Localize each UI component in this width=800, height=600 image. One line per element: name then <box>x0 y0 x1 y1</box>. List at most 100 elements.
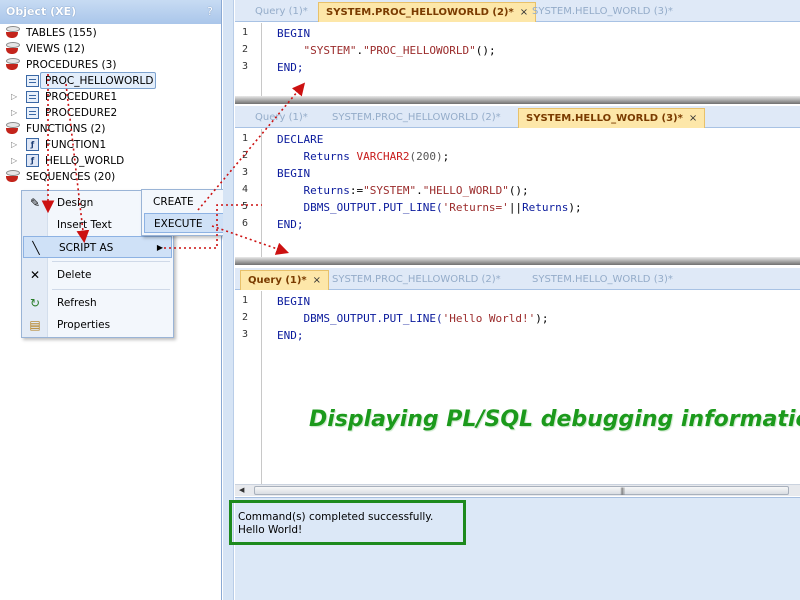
editor-splitter[interactable] <box>235 96 800 104</box>
tab-label: Query (1)* <box>255 6 308 17</box>
tab-hello-world[interactable]: SYSTEM.HELLO_WORLD (3)* × <box>518 108 706 128</box>
scroll-left-arrow-icon[interactable]: ◀ <box>239 486 244 494</box>
expand-arrow-icon[interactable]: ▷ <box>11 92 17 101</box>
identifier: Returns <box>522 201 569 214</box>
tree-node-procedure2[interactable]: PROCEDURE2 <box>45 105 117 121</box>
views-folder-icon <box>5 42 20 55</box>
code-line: BEGIN <box>277 165 310 182</box>
keyword: END; <box>277 218 304 231</box>
tab-hello-world[interactable]: SYSTEM.HELLO_WORLD (3)* <box>525 270 680 290</box>
tab-label: Query (1)* <box>255 112 308 123</box>
help-icon[interactable]: ? <box>207 5 213 18</box>
tab-label: Query (1)* <box>248 275 307 286</box>
operator: || <box>508 201 523 214</box>
keyword: END; <box>277 61 304 74</box>
tree-node-function1[interactable]: FUNCTION1 <box>45 137 106 153</box>
line-number: 2 <box>241 312 249 323</box>
tree-node-functions[interactable]: FUNCTIONS (2) <box>26 121 105 137</box>
editor3-tabbar: Query (1)* × SYSTEM.PROC_HELLOWORLD (2)* … <box>235 268 800 290</box>
expand-arrow-icon[interactable]: ▷ <box>11 156 17 165</box>
line-number-gutter: 1 2 3 <box>235 291 262 484</box>
punct: (); <box>475 44 496 57</box>
explorer-title: Object (XE) <box>6 5 77 18</box>
tab-query-1[interactable]: Query (1)* × <box>240 270 330 290</box>
editor3-code-pane[interactable]: 1 2 3 BEGIN DBMS_OUTPUT.PUT_LINE('Hello … <box>235 291 800 484</box>
punct: (); <box>508 184 529 197</box>
string: 'Returns=' <box>442 201 509 214</box>
tab-label: SYSTEM.HELLO_WORLD (3)* <box>532 274 673 285</box>
procedures-folder-icon <box>5 58 20 71</box>
tree-node-sequences[interactable]: SEQUENCES (20) <box>26 169 115 185</box>
menu-item-label: Refresh <box>57 297 97 309</box>
annotation-caption: Displaying PL/SQL debugging information <box>309 407 800 432</box>
submenu-arrow-icon: ▶ <box>156 243 163 252</box>
tab-proc-helloworld[interactable]: SYSTEM.PROC_HELLOWORLD (2)* × <box>318 2 537 22</box>
line-number: 6 <box>241 218 249 229</box>
tree-node-procedures[interactable]: PROCEDURES (3) <box>26 57 116 73</box>
refresh-icon: ↻ <box>29 296 41 310</box>
tab-proc-helloworld[interactable]: SYSTEM.PROC_HELLOWORLD (2)* <box>325 108 508 128</box>
tab-label: SYSTEM.HELLO_WORLD (3)* <box>532 6 673 17</box>
editor-splitter[interactable] <box>235 257 800 265</box>
line-number-gutter: 1 2 3 <box>235 23 262 96</box>
number: (200) <box>409 150 443 163</box>
expand-arrow-icon[interactable]: ▷ <box>11 108 17 117</box>
output-line: Command(s) completed successfully. <box>238 511 434 523</box>
code-line: END; <box>277 59 304 76</box>
expand-arrow-icon[interactable]: ▷ <box>11 140 17 149</box>
editor1-code-pane[interactable]: 1 2 3 BEGIN "SYSTEM"."PROC_HELLOWORLD"()… <box>235 23 800 96</box>
line-number: 3 <box>241 61 249 72</box>
script-wand-icon: ╲ <box>32 241 40 255</box>
operator: := <box>349 184 364 197</box>
string: 'Hello World!' <box>442 312 536 325</box>
line-number: 5 <box>241 201 249 212</box>
editor2-tabbar: Query (1)* SYSTEM.PROC_HELLOWORLD (2)* S… <box>235 106 800 128</box>
punct: ); <box>568 201 582 214</box>
line-number: 4 <box>241 184 249 195</box>
keyword: END; <box>277 329 304 342</box>
menu-item-delete[interactable]: ✕ Delete <box>22 264 173 286</box>
procedure-icon <box>26 91 39 103</box>
line-number: 2 <box>241 44 249 55</box>
tab-query-1[interactable]: Query (1)* <box>248 108 315 128</box>
line-number: 3 <box>241 329 249 340</box>
code-line: BEGIN <box>277 293 310 310</box>
procedure-icon <box>26 107 39 119</box>
tree-node-tables[interactable]: TABLES (155) <box>26 25 97 41</box>
code-line: DBMS_OUTPUT.PUT_LINE('Hello World!'); <box>277 310 549 327</box>
output-highlight-box: Command(s) completed successfully. Hello… <box>229 500 466 545</box>
close-tab-icon[interactable]: × <box>313 275 321 286</box>
tree-node-procedure1[interactable]: PROCEDURE1 <box>45 89 117 105</box>
close-tab-icon[interactable]: × <box>689 113 697 124</box>
editor2-code-pane[interactable]: 1 2 3 4 5 6 DECLARE Returns VARCHAR2(200… <box>235 129 800 257</box>
menu-item-label: SCRIPT AS <box>59 242 114 254</box>
code-line: Returns VARCHAR2(200); <box>277 148 450 165</box>
menu-item-refresh[interactable]: ↻ Refresh <box>22 292 173 314</box>
tab-query-1[interactable]: Query (1)* <box>248 2 315 22</box>
menu-separator <box>52 261 170 262</box>
output-line: Hello World! <box>238 524 303 536</box>
identifier: Returns <box>303 184 350 197</box>
scrollbar-thumb[interactable]: ||| <box>254 486 789 495</box>
menu-item-script-as[interactable]: ╲ SCRIPT AS ▶ <box>23 236 172 258</box>
tree-node-proc-helloworld[interactable]: PROC_HELLOWORLD <box>45 73 153 89</box>
tree-node-views[interactable]: VIEWS (12) <box>26 41 85 57</box>
type: VARCHAR2 <box>356 150 410 163</box>
code-line: "SYSTEM"."PROC_HELLOWORLD"(); <box>277 42 496 59</box>
tab-proc-helloworld[interactable]: SYSTEM.PROC_HELLOWORLD (2)* <box>325 270 508 290</box>
horizontal-scrollbar[interactable]: ◀ ||| <box>235 484 800 496</box>
properties-icon: ▤ <box>29 318 41 332</box>
code-line: END; <box>277 327 304 344</box>
menu-item-properties[interactable]: ▤ Properties <box>22 314 173 336</box>
tree-node-hello-world[interactable]: HELLO_WORLD <box>45 153 124 169</box>
tab-label: SYSTEM.PROC_HELLOWORLD (2)* <box>332 112 501 123</box>
keyword: BEGIN <box>277 167 311 180</box>
output-panel: Command(s) completed successfully. Hello… <box>229 497 800 600</box>
tables-folder-icon <box>5 26 20 39</box>
string: "HELLO_WORLD" <box>422 184 509 197</box>
tab-label: SYSTEM.HELLO_WORLD (3)* <box>526 113 683 124</box>
code-line: DBMS_OUTPUT.PUT_LINE('Returns='||Returns… <box>277 199 582 216</box>
tab-hello-world[interactable]: SYSTEM.HELLO_WORLD (3)* <box>525 2 680 22</box>
function-call: DBMS_OUTPUT.PUT_LINE( <box>303 201 443 214</box>
menu-item-label: Properties <box>57 319 111 331</box>
